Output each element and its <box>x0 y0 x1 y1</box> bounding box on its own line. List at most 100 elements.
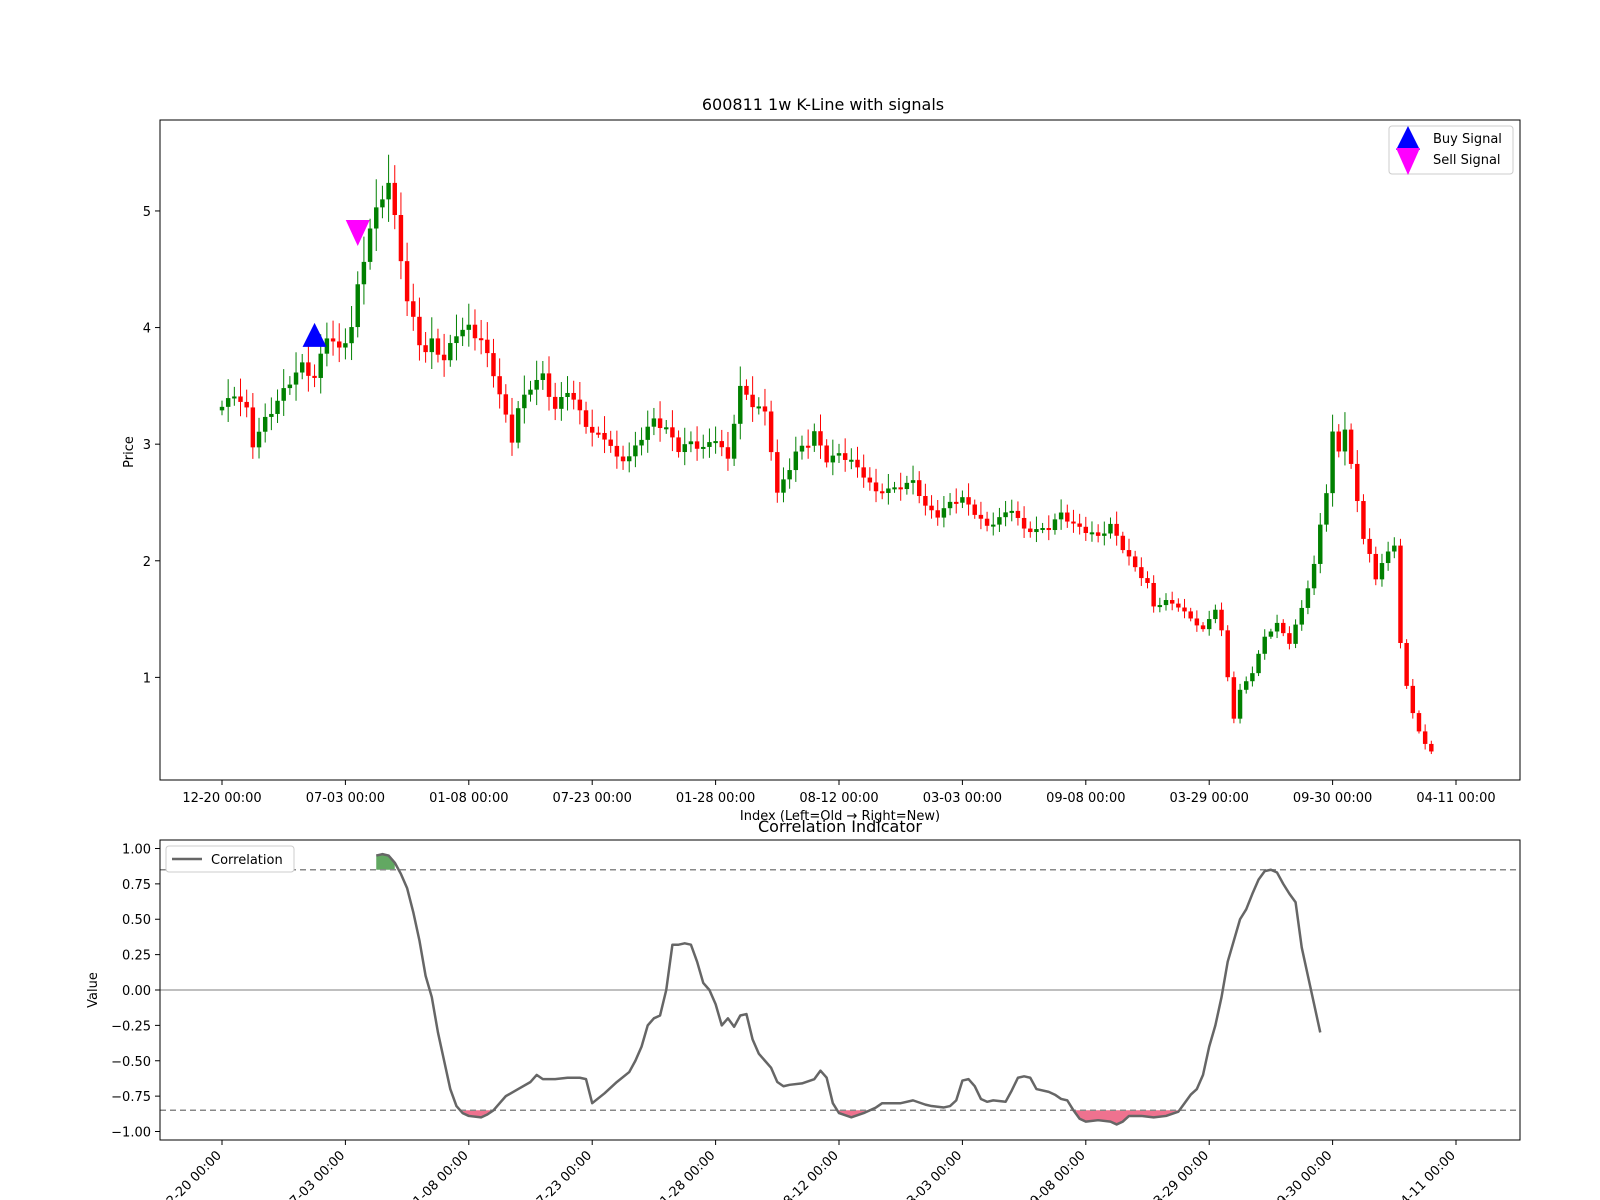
candle-body <box>238 396 243 402</box>
candle-body <box>954 501 959 504</box>
candle-body <box>1095 532 1101 536</box>
candle-body <box>262 416 268 432</box>
candle-body <box>219 406 225 411</box>
candle-body <box>1132 556 1138 568</box>
candle-body <box>1077 523 1082 527</box>
candle-body <box>830 455 836 463</box>
candle-body <box>281 388 286 401</box>
candle-body <box>688 441 694 445</box>
candle-body <box>1182 607 1187 612</box>
candle-body <box>1108 523 1113 534</box>
candle-body <box>861 467 866 478</box>
candle-body <box>694 441 700 449</box>
candle-body <box>1355 463 1360 502</box>
candle-body <box>1206 619 1212 630</box>
correlation-y-axis-label: Value <box>86 972 101 1008</box>
candle-body <box>873 482 879 492</box>
correlation-y-tick-label: −0.25 <box>111 1019 151 1034</box>
candle-body <box>812 431 817 446</box>
correlation-threshold-fill <box>376 854 395 870</box>
candle-body <box>1213 609 1218 620</box>
candle-body <box>626 456 632 462</box>
candle-body <box>1243 681 1249 690</box>
kline-x-tick-label: 09-30 00:00 <box>1293 791 1372 806</box>
candle-body <box>1046 527 1052 531</box>
candle-body <box>534 379 539 390</box>
candle-body <box>1287 633 1292 644</box>
candle-body <box>392 182 397 216</box>
kline-y-tick-label: 2 <box>143 555 151 570</box>
candle-body <box>731 423 737 459</box>
candle-body <box>1145 578 1150 583</box>
candle-body <box>1034 529 1039 533</box>
kline-x-tick-label: 07-23 00:00 <box>553 791 632 806</box>
correlation-x-tick-label: 09-30 00:00 <box>1269 1148 1336 1200</box>
candle-body <box>892 487 897 490</box>
candle-body <box>651 418 657 427</box>
candle-body <box>349 327 354 344</box>
candle-body <box>904 482 910 490</box>
candle-body <box>404 261 410 302</box>
candle-body <box>1250 673 1255 682</box>
candle-body <box>1114 523 1119 536</box>
candle-body <box>1379 563 1385 580</box>
candle-body <box>1293 624 1298 644</box>
kline-signals <box>302 219 370 347</box>
candle-body <box>1003 512 1008 518</box>
candle-body <box>602 432 607 440</box>
correlation-title: Correlation Indicator <box>758 817 922 836</box>
correlation-x-tick-label: 04-11 00:00 <box>1392 1148 1459 1200</box>
candle-body <box>991 524 996 527</box>
candle-body <box>318 353 323 378</box>
correlation-y-tick-label: −1.00 <box>111 1126 151 1141</box>
candle-body <box>1361 501 1366 539</box>
candle-body <box>966 497 971 505</box>
legend-correlation-label: Correlation <box>211 853 283 868</box>
candle-body <box>1373 553 1379 580</box>
candle-body <box>744 385 749 395</box>
candle-body <box>1052 519 1058 531</box>
correlation-reference-lines <box>160 868 1520 1112</box>
candle-body <box>330 338 336 342</box>
candle-body <box>299 362 305 373</box>
candle-body <box>1268 631 1274 637</box>
kline-axes-ticks: 12-20 00:00 07-03 00:00 01-08 00:00 07-23 0… <box>143 205 1496 806</box>
candle-body <box>596 432 601 435</box>
candle-body <box>1416 713 1422 732</box>
candle-body <box>1404 642 1409 686</box>
candle-body <box>1398 545 1403 643</box>
candle-body <box>491 353 496 377</box>
candle-body <box>244 401 249 408</box>
candle-body <box>583 410 589 427</box>
candle-body <box>713 441 718 444</box>
candle-body <box>1089 532 1095 535</box>
candle-body <box>910 480 916 483</box>
candle-body <box>620 456 626 462</box>
correlation-y-tick-label: 0.00 <box>122 984 151 999</box>
candle-body <box>787 470 792 480</box>
correlation-x-tick-label: 12-20 00:00 <box>158 1148 225 1200</box>
candle-body <box>818 431 823 446</box>
candle-body <box>960 497 965 503</box>
candle-body <box>343 343 348 348</box>
candle-body <box>1194 618 1200 626</box>
kline-x-tick-label: 01-28 00:00 <box>676 791 755 806</box>
candle-body <box>1083 526 1089 534</box>
candle-body <box>886 488 891 493</box>
kline-title: 600811 1w K-Line with signals <box>702 95 944 114</box>
candle-body <box>855 459 860 468</box>
sell-signal-marker <box>345 219 370 246</box>
candle-body <box>762 406 768 412</box>
candle-body <box>256 431 262 448</box>
candle-body <box>503 394 509 415</box>
correlation-y-tick-label: 1.00 <box>122 842 151 857</box>
candle-body <box>1422 731 1428 744</box>
candle-body <box>565 392 570 398</box>
correlation-x-tick-label: 03-29 00:00 <box>1145 1148 1212 1200</box>
legend-sell-label: Sell Signal <box>1433 153 1501 168</box>
candle-body <box>485 339 490 354</box>
candle-body <box>540 373 546 380</box>
candle-body <box>478 338 484 341</box>
candle-body <box>1318 524 1323 564</box>
correlation-y-tick-label: −0.75 <box>111 1090 151 1105</box>
